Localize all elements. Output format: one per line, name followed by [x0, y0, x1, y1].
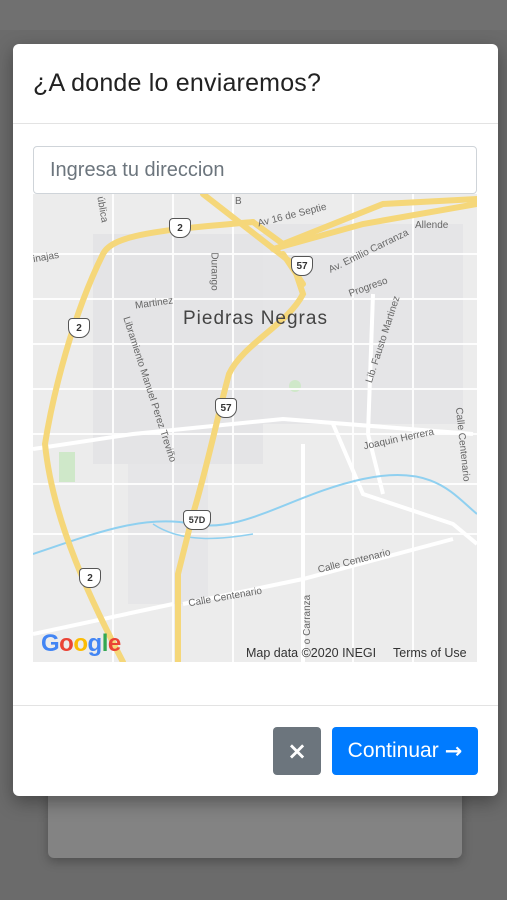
google-logo: Google	[41, 630, 121, 657]
highway-shield-57d: 57D	[183, 510, 211, 530]
continue-label: Continuar	[347, 739, 439, 762]
highway-shield-2-top: 2	[169, 218, 191, 238]
arrow-right-icon: →	[444, 739, 463, 763]
map[interactable]: Piedras Negras Av 16 de Septie Allende A…	[33, 194, 477, 662]
street-label-allende: Allende	[415, 220, 449, 231]
continue-button[interactable]: Continuar →	[332, 727, 478, 775]
city-label: Piedras Negras	[183, 308, 328, 329]
highway-shield-2-bottom: 2	[79, 568, 101, 588]
highway-shield-57-top: 57	[291, 256, 313, 276]
close-button[interactable]: ×	[273, 727, 321, 775]
highway-shield-57-mid: 57	[215, 398, 237, 418]
address-input[interactable]	[33, 146, 477, 194]
background-strip	[0, 0, 507, 30]
address-modal: ¿A donde lo enviaremos? Ingresa tu direc…	[13, 44, 498, 796]
map-attribution: Map data ©2020 INEGI	[246, 646, 377, 660]
close-icon: ×	[286, 737, 308, 765]
modal-header: ¿A donde lo enviaremos?	[13, 44, 498, 124]
highway-shield-2-left: 2	[68, 318, 90, 338]
modal-body: Piedras Negras Av 16 de Septie Allende A…	[13, 124, 498, 706]
modal-title: ¿A donde lo enviaremos?	[33, 69, 322, 97]
street-label-b: B	[235, 196, 242, 207]
terms-of-use-link[interactable]: Terms of Use	[393, 646, 467, 660]
street-label-durango: Durango	[208, 252, 220, 291]
street-label-carranza: o Carranza	[302, 594, 314, 645]
modal-footer: × Continuar →	[13, 706, 498, 796]
